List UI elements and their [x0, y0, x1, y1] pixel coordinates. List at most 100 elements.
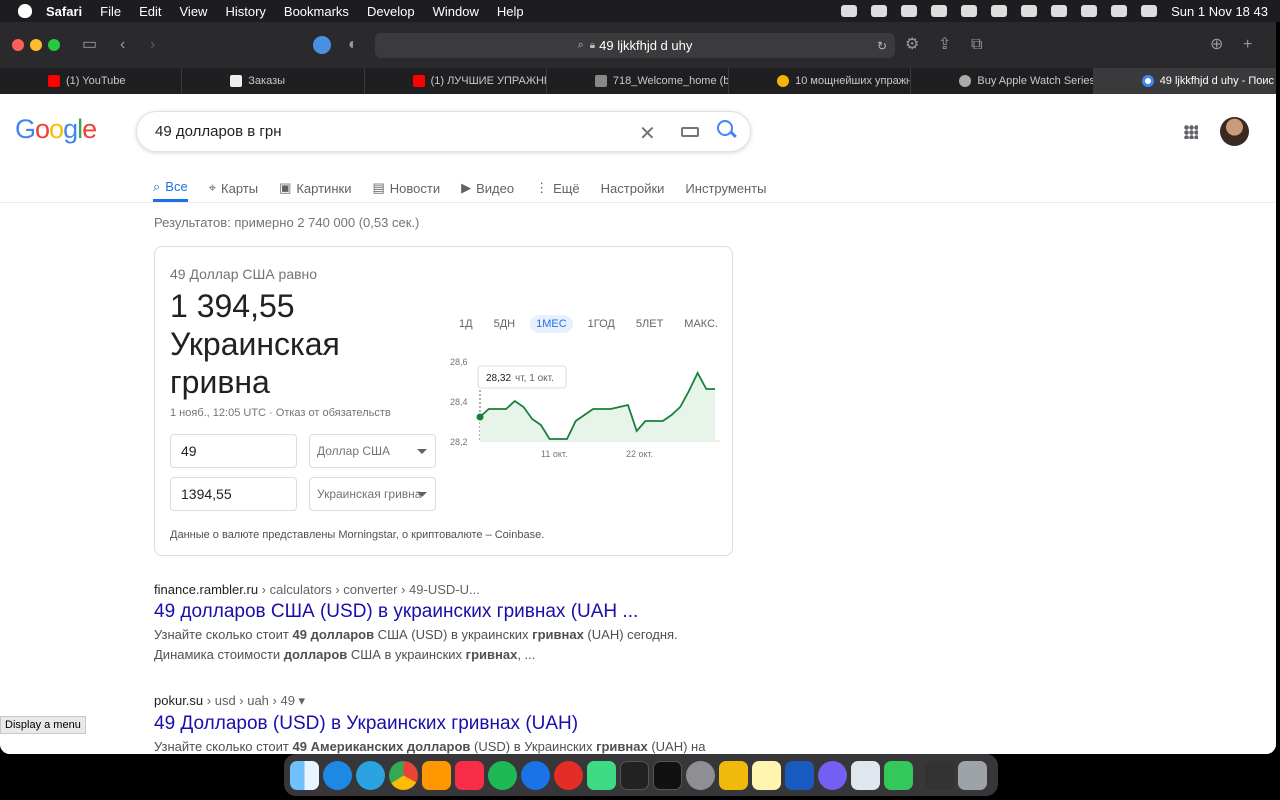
- menu-app-name[interactable]: Safari: [46, 4, 82, 19]
- notes-icon[interactable]: [752, 760, 781, 790]
- sidebar-icon[interactable]: ▭: [82, 36, 97, 54]
- testflight-icon[interactable]: [521, 760, 550, 790]
- safari-icon[interactable]: [323, 760, 352, 790]
- volume-icon[interactable]: [961, 5, 978, 17]
- result-breadcrumb[interactable]: finance.rambler.ru › calculators › conve…: [154, 582, 678, 597]
- chrome-icon[interactable]: [389, 760, 418, 790]
- to-currency-select[interactable]: Украинская гривна: [309, 477, 436, 511]
- keyboard-icon[interactable]: [681, 127, 699, 137]
- tab-more[interactable]: ⋮ Ещё: [535, 174, 580, 202]
- tab-exercises-video[interactable]: (1) ЛУЧШИЕ УПРАЖНЕ...: [365, 68, 547, 94]
- range-1d[interactable]: 1Д: [453, 315, 479, 333]
- zoom-window-button[interactable]: [48, 39, 60, 51]
- tab-all[interactable]: ⌕ Все: [153, 174, 188, 202]
- tab-maps[interactable]: ⌖ Карты: [209, 174, 258, 202]
- tab-overview-icon[interactable]: ⧉: [971, 36, 982, 54]
- system-preferences-icon[interactable]: [686, 760, 715, 790]
- adblock-icon[interactable]: [313, 36, 331, 54]
- control-center-icon[interactable]: [1111, 5, 1128, 17]
- menu-window[interactable]: Window: [433, 4, 479, 19]
- share-icon[interactable]: ⇪: [938, 36, 951, 54]
- tab-news[interactable]: ▤ Новости: [372, 174, 440, 202]
- close-window-button[interactable]: [12, 39, 24, 51]
- search-icon[interactable]: [717, 120, 733, 136]
- viber-status-icon[interactable]: [841, 5, 858, 17]
- range-5d[interactable]: 5ДН: [488, 315, 522, 333]
- tab-exercises-article[interactable]: 10 мощнейших упражн...: [729, 68, 912, 94]
- viber-icon[interactable]: [818, 760, 847, 790]
- menu-bookmarks[interactable]: Bookmarks: [284, 4, 349, 19]
- wifi-icon[interactable]: [1081, 5, 1098, 17]
- youtube-music-icon[interactable]: [554, 760, 583, 790]
- range-5y[interactable]: 5ЛЕТ: [630, 315, 669, 333]
- menu-develop[interactable]: Develop: [367, 4, 415, 19]
- address-bar[interactable]: ⌕ 🔒︎ 49 ljkkfhjd d uhy ↻: [375, 33, 895, 58]
- converter-meta[interactable]: 1 нояб., 12:05 UTC · Отказ от обязательс…: [170, 407, 391, 419]
- range-1y[interactable]: 1ГОД: [582, 315, 621, 333]
- menu-file[interactable]: File: [100, 4, 121, 19]
- result-title[interactable]: 49 Долларов (USD) в Украинских гривнах (…: [154, 713, 705, 735]
- tab-orders[interactable]: Заказы: [182, 68, 365, 94]
- downloads-icon[interactable]: ⊕: [1210, 36, 1223, 54]
- google-logo[interactable]: Google: [15, 114, 97, 145]
- tab-settings[interactable]: Настройки: [601, 174, 665, 202]
- tab-youtube[interactable]: (1) YouTube: [0, 68, 183, 94]
- shield-icon[interactable]: ◐: [348, 36, 358, 54]
- range-1m[interactable]: 1МЕС: [530, 315, 573, 333]
- google-apps-icon[interactable]: [1184, 125, 1198, 139]
- battery-icon[interactable]: [1051, 5, 1068, 17]
- android-studio-icon[interactable]: [587, 760, 616, 790]
- trash-icon[interactable]: [958, 760, 987, 790]
- cloud-status-icon[interactable]: [871, 5, 888, 17]
- menu-edit[interactable]: Edit: [139, 4, 161, 19]
- clear-icon[interactable]: ✕: [639, 121, 656, 146]
- tab-tools[interactable]: Инструменты: [685, 174, 766, 202]
- activity-monitor-icon[interactable]: [653, 760, 682, 790]
- finder-icon[interactable]: [290, 760, 319, 790]
- tab-google-search[interactable]: 49 ljkkfhjd d uhy - Поис...: [1093, 68, 1276, 94]
- gear-icon[interactable]: ⚙: [905, 36, 919, 54]
- terminal-icon[interactable]: [620, 760, 649, 790]
- minimize-window-button[interactable]: [30, 39, 42, 51]
- tab-label: (1) ЛУЧШИЕ УПРАЖНЕ...: [430, 75, 546, 87]
- menu-help[interactable]: Help: [497, 4, 524, 19]
- result-breadcrumb[interactable]: pokur.su › usd › uah › 49 ▾: [154, 693, 705, 709]
- forward-icon[interactable]: ›: [150, 36, 155, 54]
- range-max[interactable]: МАКС.: [678, 315, 724, 333]
- reload-icon[interactable]: ↻: [877, 39, 887, 53]
- play-status-icon[interactable]: [931, 5, 948, 17]
- from-currency-select[interactable]: Доллар США: [309, 434, 436, 468]
- tab-apple-watch[interactable]: Buy Apple Watch Series...: [911, 68, 1094, 94]
- back-icon[interactable]: ‹: [120, 36, 125, 54]
- nav-divider: [0, 202, 1276, 203]
- binance-icon[interactable]: [719, 760, 748, 790]
- menu-view[interactable]: View: [180, 4, 208, 19]
- siri-icon[interactable]: [1141, 5, 1158, 17]
- search-input[interactable]: 49 долларов в грн ✕: [136, 111, 751, 152]
- snippet-bold: гривнах: [532, 627, 584, 642]
- tab-video[interactable]: ▶ Видео: [461, 174, 514, 202]
- bluetooth-icon[interactable]: [1021, 5, 1038, 17]
- tab-welcome-home[interactable]: 718_Welcome_home (bui...: [547, 68, 730, 94]
- result-title[interactable]: 49 долларов США (USD) в украинских гривн…: [154, 601, 678, 623]
- window-icon[interactable]: [925, 760, 954, 790]
- telegram-icon[interactable]: [356, 760, 385, 790]
- preview-icon[interactable]: [851, 760, 880, 790]
- apple-icon[interactable]: [18, 4, 32, 18]
- tab-images[interactable]: ▣ Картинки: [279, 174, 351, 202]
- input-source-icon[interactable]: [991, 5, 1008, 17]
- word-icon[interactable]: [785, 760, 814, 790]
- spotify-icon[interactable]: [488, 760, 517, 790]
- to-amount-input[interactable]: 1394,55: [170, 477, 297, 511]
- exchange-rate-chart[interactable]: 28,6 28,4 28,2 11 окт. 22 окт. 28,32 чт,…: [445, 355, 725, 475]
- avatar[interactable]: [1220, 117, 1249, 146]
- clock[interactable]: Sun 1 Nov 18 43: [1171, 4, 1268, 19]
- sublime-icon[interactable]: [422, 760, 451, 790]
- tab-label: 718_Welcome_home (bui...: [612, 75, 730, 87]
- new-tab-icon[interactable]: +: [1243, 36, 1252, 54]
- menu-history[interactable]: History: [225, 4, 265, 19]
- messages-icon[interactable]: [884, 760, 913, 790]
- from-amount-input[interactable]: 49: [170, 434, 297, 468]
- music-icon[interactable]: [455, 760, 484, 790]
- layout-status-icon[interactable]: [901, 5, 918, 17]
